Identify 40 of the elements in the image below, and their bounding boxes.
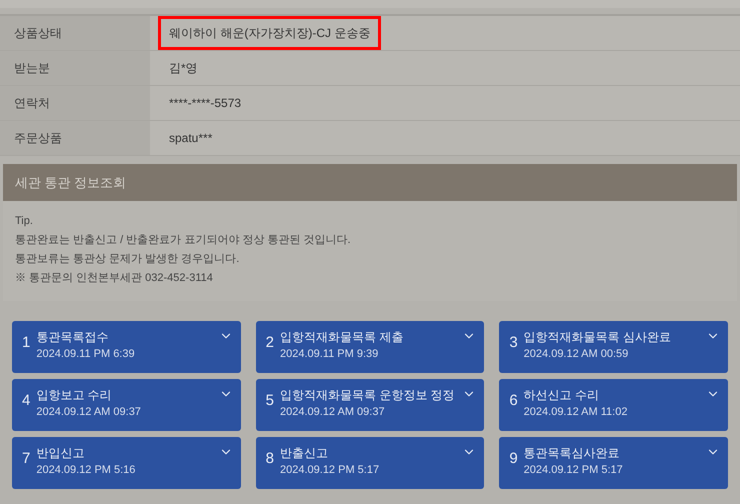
step-date: 2024.09.12 AM 11:02 [524, 405, 628, 420]
step-number: 7 [22, 449, 30, 469]
step-number: 2 [266, 333, 274, 353]
step-number: 3 [509, 333, 518, 353]
step-date: 2024.09.12 PM 5:17 [280, 463, 380, 478]
step-title: 입항보고 수리 [36, 387, 113, 404]
step-title: 반출신고 [280, 445, 329, 462]
step-title: 입항적재화물목록 운항정보 정정 [280, 387, 456, 404]
row-label: 받는분 [14, 60, 50, 77]
section-title: 세관 통관 정보조회 [15, 174, 126, 192]
step-number: 8 [266, 449, 274, 469]
tip-text: ※ 통관문의 인천본부세관 032-452-3114 [15, 271, 214, 286]
step-date: 2024.09.12 PM 5:17 [524, 463, 624, 478]
row-label: 연락처 [14, 95, 50, 112]
row-value: ****-****-5573 [168, 95, 242, 112]
step-number: 1 [22, 333, 30, 353]
step-date: 2024.09.12 AM 00:59 [524, 347, 630, 362]
step-title: 반입신고 [36, 445, 86, 462]
step-number: 4 [22, 391, 30, 411]
step-title: 입항적재화물목록 제출 [280, 329, 404, 346]
step-date: 2024.09.12 AM 09:37 [36, 405, 142, 420]
step-date: 2024.09.11 PM 9:39 [280, 347, 380, 362]
row-value: spatu*** [168, 130, 214, 147]
row-value: 김*영 [168, 60, 199, 77]
tip-text: 통관보류는 통관상 문제가 발생한 경우입니다. [15, 252, 240, 267]
step-title: 하선신고 수리 [524, 387, 600, 404]
step-title: 통관목록심사완료 [524, 445, 621, 462]
step-number: 5 [266, 391, 274, 411]
step-number: 6 [509, 391, 518, 411]
row-label: 상품상태 [14, 25, 62, 42]
tip-text: Tip. [15, 214, 34, 229]
row-label: 주문상품 [14, 130, 62, 147]
step-date: 2024.09.12 PM 5:16 [36, 463, 136, 478]
row-value: 웨이하이 해운(자가장치장)-CJ 운송중 [158, 16, 382, 50]
step-date: 2024.09.12 AM 09:37 [280, 405, 386, 420]
step-title: 통관목록접수 [36, 329, 110, 346]
tip-text: 통관완료는 반출신고 / 반출완료가 표기되어야 정상 통관된 것입니다. [15, 233, 352, 248]
step-date: 2024.09.11 PM 6:39 [36, 347, 136, 362]
step-number: 9 [509, 449, 518, 469]
step-title: 입항적재화물목록 심사완료 [524, 329, 672, 346]
